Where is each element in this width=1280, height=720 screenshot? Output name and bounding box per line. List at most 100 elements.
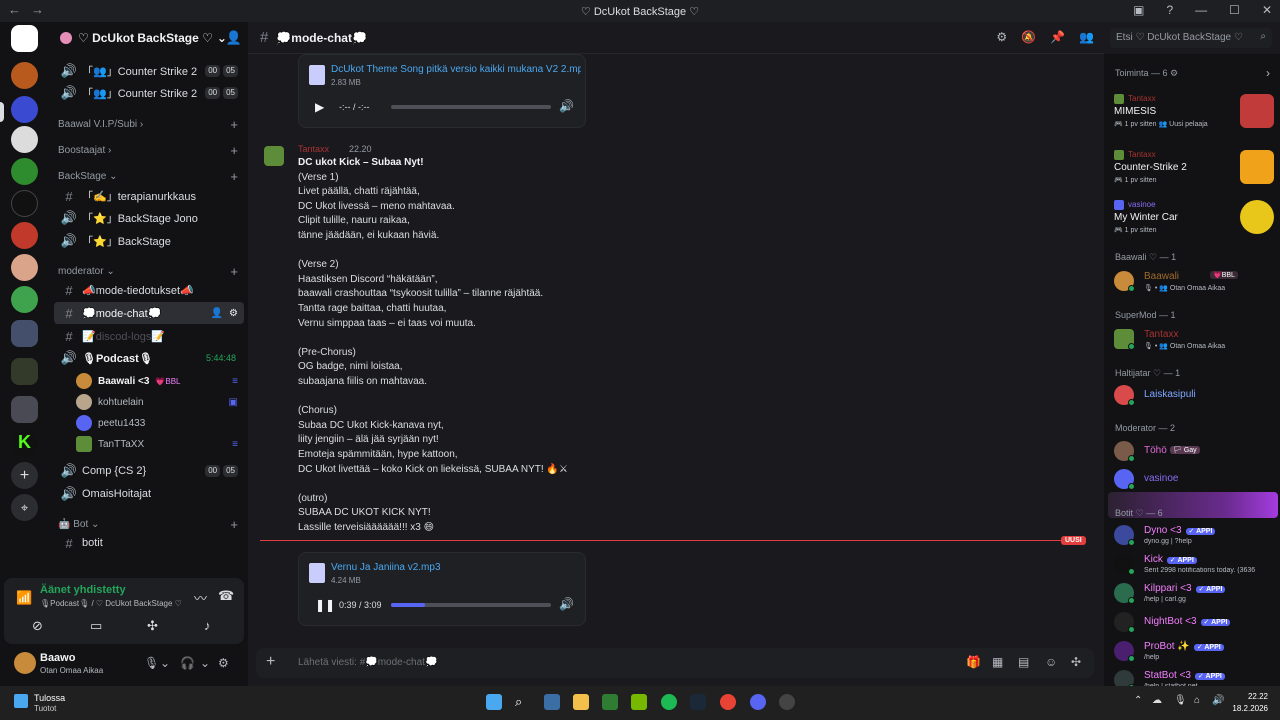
pin-icon[interactable]: 📌 — [1050, 30, 1065, 44]
bot-member[interactable]: Dyno <3 ✓ APPI dyno.gg | ?help — [1114, 522, 1274, 548]
discover-icon[interactable]: ⌖ — [11, 494, 38, 521]
search-input[interactable]: Etsi ♡ DcUkot BackStage ♡ ⌕ — [1110, 28, 1272, 48]
app-icon[interactable] — [779, 694, 795, 710]
minimize-icon[interactable]: — — [1195, 3, 1207, 17]
voice-channel-comp[interactable]: 🔊 Comp {CS 2} 00 05 — [54, 460, 244, 482]
member[interactable]: Töhö 🏳 Gay — [1114, 438, 1274, 464]
pause-icon[interactable]: ❚❚ — [315, 598, 335, 612]
server-icon[interactable] — [11, 126, 38, 153]
weather-icon[interactable] — [14, 694, 28, 708]
clock-date[interactable]: 18.2.2026 — [1232, 704, 1268, 713]
server-icon[interactable] — [11, 286, 38, 313]
add-attachment-icon[interactable]: + — [266, 653, 275, 671]
member[interactable]: Laiskasipuli — [1114, 382, 1274, 408]
noise-suppression-icon[interactable]: 〰 — [194, 588, 207, 607]
cloud-icon[interactable]: ☁ — [1152, 695, 1162, 706]
microphone-icon[interactable]: 🎙 — [144, 656, 159, 670]
spotify-icon[interactable] — [661, 694, 677, 710]
avatar[interactable] — [264, 146, 284, 166]
gear-icon[interactable]: ⚙ — [218, 656, 229, 670]
member[interactable]: vasinoe — [1114, 466, 1274, 492]
add-server-icon[interactable]: + — [11, 462, 38, 489]
chevron-down-icon[interactable]: ⌄ — [200, 656, 210, 670]
screen-share-icon[interactable]: ▭ — [90, 618, 102, 634]
audio-progress[interactable] — [391, 105, 551, 109]
category-boost[interactable]: Boostaajat › + — [58, 142, 244, 158]
nvidia-icon[interactable] — [631, 694, 647, 710]
category-bot[interactable]: 🤖 Bot ⌄ + — [58, 516, 244, 532]
server-icon[interactable] — [11, 254, 38, 281]
chevron-up-icon[interactable]: ⌃ — [1134, 695, 1142, 706]
chevron-down-icon[interactable]: ⌄ — [160, 656, 170, 670]
add-channel-icon[interactable]: + — [230, 264, 238, 279]
server-icon[interactable] — [11, 62, 38, 89]
channel-jono[interactable]: 🔊 「⭐」BackStage Jono — [54, 207, 244, 229]
search-icon[interactable]: ⌕ — [515, 694, 531, 710]
member-list-icon[interactable]: 👥 — [1079, 30, 1094, 44]
server-icon[interactable] — [11, 158, 38, 185]
channel-mode-tiedotukset[interactable]: # 📣mode-tiedotukset📣 — [54, 279, 244, 301]
microphone-icon[interactable]: 🎙 — [1174, 695, 1187, 706]
member[interactable]: Baawali 💗BBL 🎙 • 👥 Otan Omaa Aikaa — [1114, 268, 1274, 294]
camera-off-icon[interactable]: ⊘ — [32, 618, 43, 634]
help-icon[interactable]: ? — [1166, 3, 1173, 17]
server-icon[interactable] — [11, 358, 38, 385]
voice-channel-omais[interactable]: 🔊 OmaisHoitajat — [54, 483, 244, 505]
message-author[interactable]: Tantaxx — [298, 144, 329, 154]
chevron-right-icon[interactable]: › — [1266, 66, 1270, 80]
voice-channel-podcast[interactable]: 🔊 🎙Podcast🎙 5:44:48 — [54, 347, 244, 369]
gift-icon[interactable]: 🎁 — [966, 655, 981, 669]
attachment-name[interactable]: DcUkot Theme Song pitkä versio kaikki mu… — [331, 64, 581, 75]
invite-icon[interactable]: 👤 — [211, 308, 223, 319]
voice-channel-cs2[interactable]: 🔊 「👥」Counter Strike 2 00 05 — [54, 60, 244, 82]
volume-icon[interactable]: 🔊 — [559, 597, 574, 611]
add-channel-icon[interactable]: + — [230, 143, 238, 158]
bot-member[interactable]: NightBot <3 ✓ APPI — [1114, 609, 1274, 635]
gear-icon[interactable]: ⚙ — [229, 308, 238, 319]
steam-icon[interactable] — [690, 694, 706, 710]
soundboard-icon[interactable]: ♪ — [204, 618, 211, 633]
voice-user[interactable]: kohtuelain ▣ — [76, 392, 244, 412]
username[interactable]: Baawo — [40, 652, 75, 664]
activities-icon[interactable]: ✣ — [147, 618, 158, 634]
app-icon[interactable] — [602, 694, 618, 710]
discord-icon[interactable] — [750, 694, 766, 710]
notifications-off-icon[interactable]: 🔕 — [1021, 30, 1036, 44]
photos-icon[interactable] — [544, 694, 560, 710]
activity-card[interactable]: Tantaxx Counter-Strike 2 🎮 1 pv sitten — [1114, 150, 1274, 196]
volume-icon[interactable]: 🔊 — [559, 99, 574, 113]
disconnect-icon[interactable]: ☎ — [218, 588, 234, 604]
headphones-icon[interactable]: 🎧 — [180, 656, 195, 670]
emoji-icon[interactable]: ☺ — [1045, 655, 1057, 669]
avatar[interactable] — [14, 652, 36, 674]
voice-channel-cs2[interactable]: 🔊 「👥」Counter Strike 2 00 05 — [54, 82, 244, 104]
channel-terapia[interactable]: # 「✍️」terapianurkkaus — [54, 185, 244, 207]
channel-mode-chat[interactable]: # 💭mode-chat💭 👤 ⚙ — [54, 302, 244, 324]
voice-user[interactable]: peetu1433 — [76, 413, 244, 433]
maximize-icon[interactable]: ☐ — [1229, 3, 1240, 17]
server-header[interactable]: ♡ DcUkot BackStage ♡ ⌄ 👤 — [48, 22, 248, 54]
bot-member[interactable]: Kilppari <3 ✓ APPI/help | carl.gg — [1114, 580, 1274, 606]
clock-time[interactable]: 22.22 — [1248, 692, 1268, 701]
bot-member[interactable]: ProBot ✨ ✓ APPI/help — [1114, 638, 1274, 664]
server-icon[interactable] — [11, 222, 38, 249]
voice-user[interactable]: Baawali <3 💗BBL ≡ — [76, 371, 244, 391]
server-icon[interactable] — [11, 96, 38, 123]
channel-backstage[interactable]: 🔊 「⭐」BackStage — [54, 230, 244, 252]
server-icon[interactable] — [11, 190, 38, 217]
discord-home-icon[interactable] — [11, 25, 38, 52]
activity-card[interactable]: vasinoe My Winter Car 🎮 1 pv sitten — [1114, 200, 1274, 246]
chrome-icon[interactable] — [720, 694, 736, 710]
voice-status[interactable]: Äänet yhdistetty — [40, 584, 126, 596]
inbox-icon[interactable]: ▣ — [1133, 3, 1144, 17]
threads-icon[interactable]: ⚙ — [996, 30, 1007, 44]
category-vip[interactable]: Baawal V.I.P/Subi › + — [58, 116, 244, 132]
close-icon[interactable]: ✕ — [1262, 3, 1272, 17]
add-channel-icon[interactable]: + — [230, 117, 238, 132]
gif-icon[interactable]: ▦ — [992, 655, 1003, 669]
voice-user[interactable]: TanTTaXX ≡ — [76, 434, 244, 454]
audio-progress[interactable] — [391, 603, 551, 607]
category-backstage[interactable]: BackStage ⌄ + — [58, 168, 244, 184]
member[interactable]: Tantaxx 🎙 • 👥 Otan Omaa Aikaa — [1114, 326, 1274, 352]
start-icon[interactable] — [486, 694, 502, 710]
